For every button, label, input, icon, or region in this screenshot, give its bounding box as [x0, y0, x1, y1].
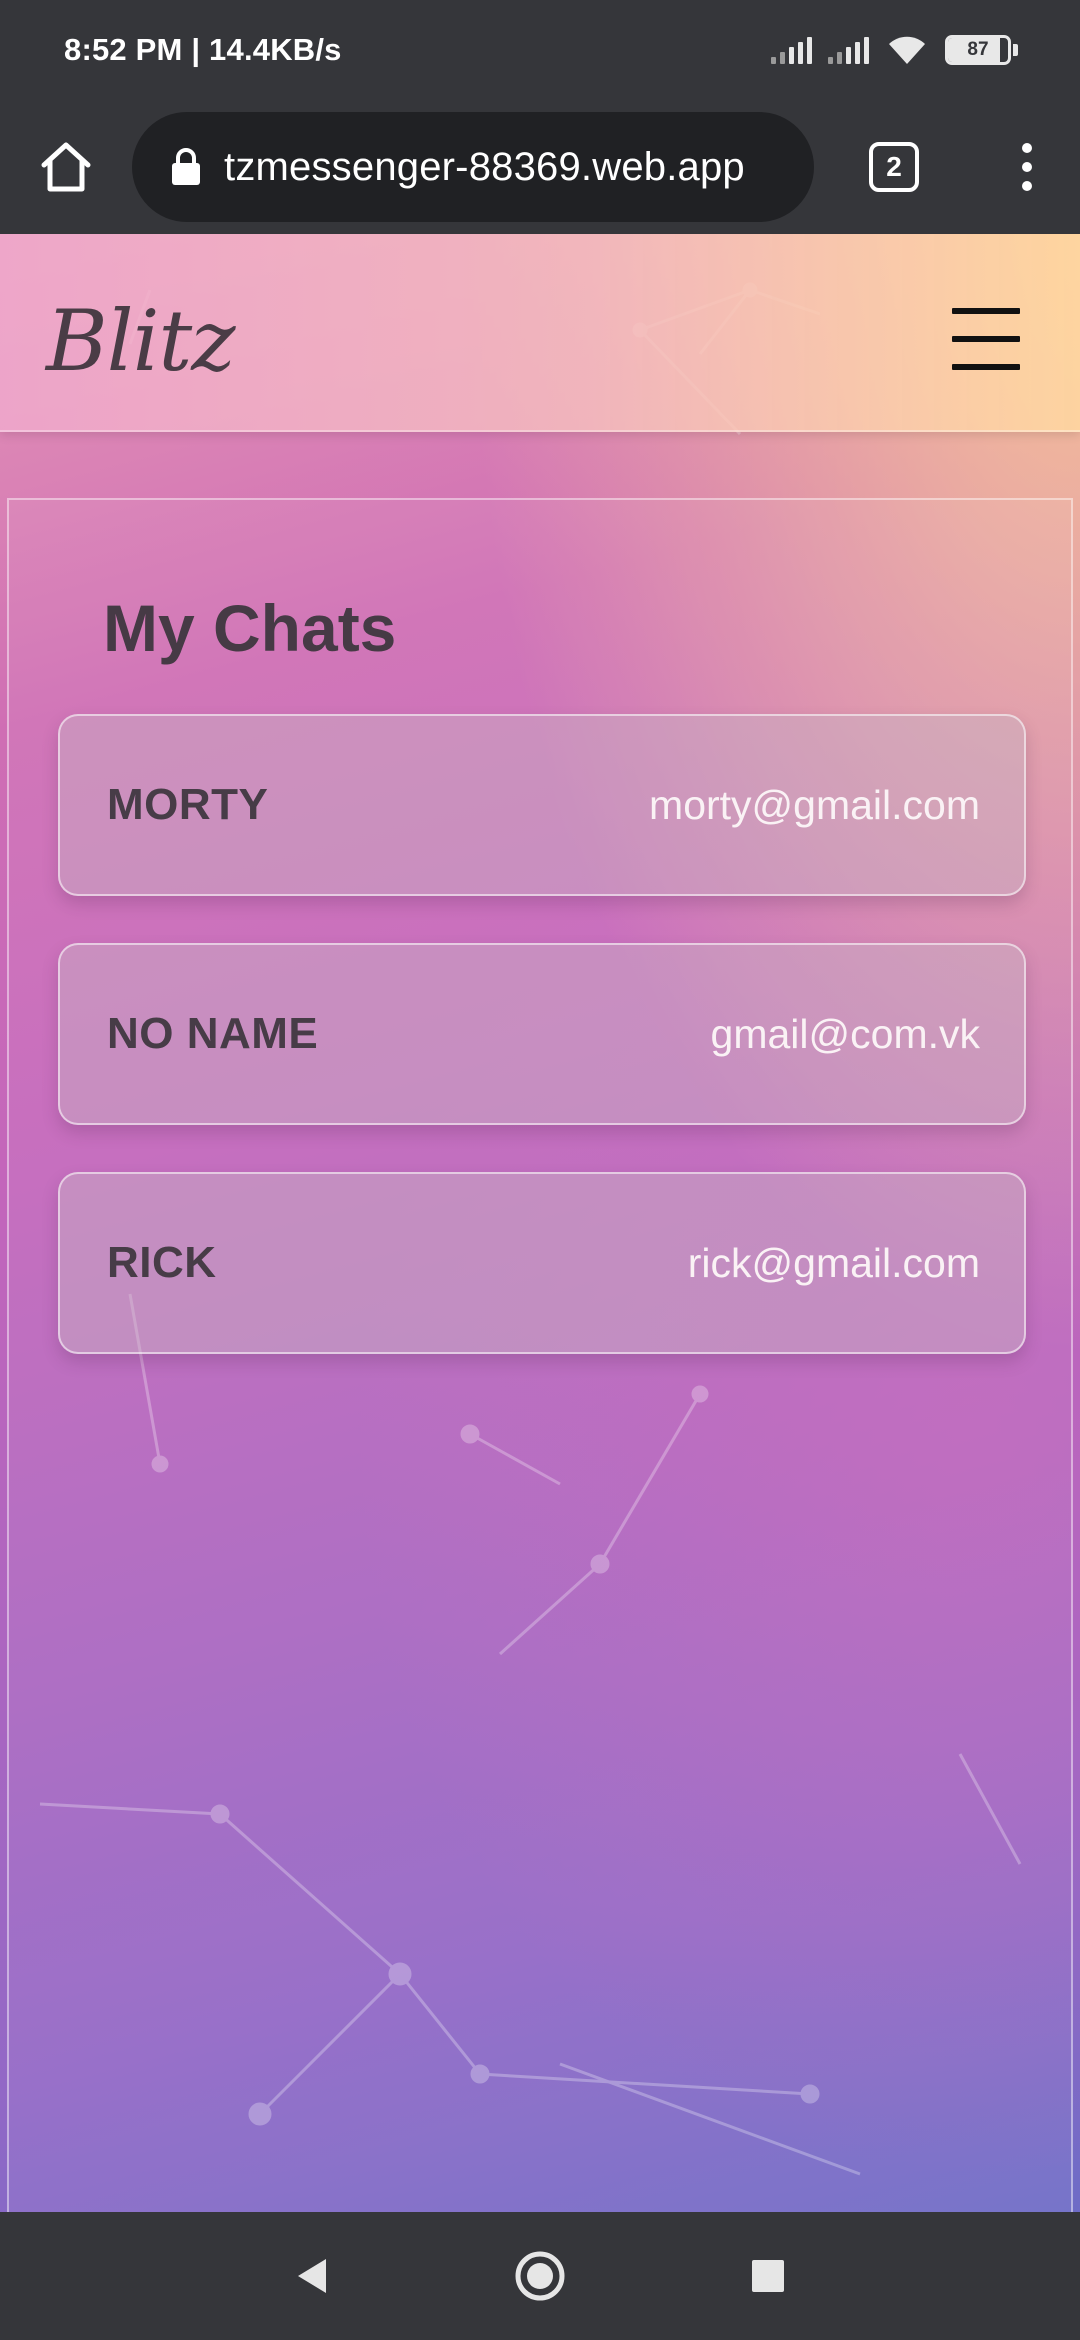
chat-email: gmail@com.vk	[710, 1010, 980, 1057]
tab-switcher-icon: 2	[869, 142, 919, 192]
hamburger-icon[interactable]	[952, 304, 1020, 374]
more-vert-icon[interactable]	[974, 100, 1080, 234]
chats-panel: My Chats MORTY morty@gmail.com NO NAME g…	[7, 498, 1073, 2212]
chat-item-no-name[interactable]: NO NAME gmail@com.vk	[58, 943, 1026, 1125]
browser-home-button[interactable]	[0, 100, 132, 234]
back-icon	[298, 2259, 326, 2293]
chat-name: MORTY	[107, 780, 269, 829]
tab-switcher-button[interactable]: 2	[814, 100, 974, 234]
page-title: My Chats	[103, 591, 397, 665]
chat-name: NO NAME	[107, 1009, 319, 1058]
nav-home-button[interactable]	[426, 2212, 654, 2340]
browser-toolbar: tzmessenger-88369.web.app 2	[0, 100, 1080, 234]
home-circle-icon	[515, 2251, 565, 2301]
chat-item-morty[interactable]: MORTY morty@gmail.com	[58, 714, 1026, 896]
battery-level: 87	[967, 39, 989, 60]
nav-back-button[interactable]	[198, 2212, 426, 2340]
signal-icon	[771, 36, 812, 64]
app-header: Blitz	[0, 234, 1080, 432]
status-time: 8:52 PM | 14.4KB/s	[64, 32, 342, 67]
chat-email: rick@gmail.com	[687, 1239, 980, 1286]
address-bar[interactable]: tzmessenger-88369.web.app	[132, 112, 814, 222]
app-logo[interactable]: Blitz	[46, 292, 235, 390]
status-bar: 8:52 PM | 14.4KB/s 87	[0, 0, 1080, 100]
chat-email: morty@gmail.com	[649, 781, 980, 828]
system-nav-bar	[0, 2212, 1080, 2340]
lock-icon	[168, 145, 204, 189]
url-text: tzmessenger-88369.web.app	[224, 144, 745, 189]
battery-icon: 87	[945, 35, 1011, 65]
status-icons: 87	[771, 33, 1018, 67]
web-page: Blitz My Chats MORTY morty@gmail.com NO …	[0, 234, 1080, 2212]
nav-recents-button[interactable]	[654, 2212, 882, 2340]
chat-name: RICK	[107, 1238, 217, 1287]
signal-icon-sim2	[828, 36, 869, 64]
recents-icon	[752, 2260, 784, 2292]
home-icon	[41, 142, 91, 192]
battery-nub	[1013, 44, 1018, 56]
wifi-icon	[889, 36, 925, 64]
chat-item-rick[interactable]: RICK rick@gmail.com	[58, 1172, 1026, 1354]
